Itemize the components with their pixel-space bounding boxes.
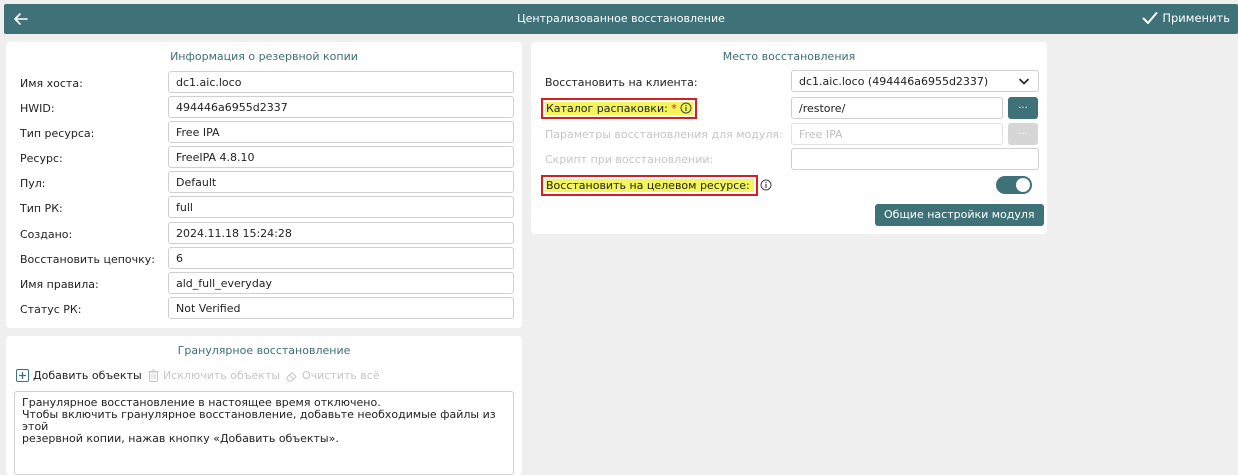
chevron-down-icon [1019,78,1029,85]
created-label: Создано: [20,228,73,241]
unpack-dir-field[interactable]: /restore/ [791,97,1003,119]
module-params-field[interactable]: Free IPA [791,123,1003,145]
backup-info-panel: Информация о резервной копии Имя хоста: … [6,42,522,328]
restore-target-label-wrap: Восстановить на целевом ресурсе: [540,175,772,196]
apply-button-label: Применить [1162,11,1230,25]
pool-label: Пул: [20,177,46,190]
granular-message-line-2: Чтобы включить гранулярное восстановлени… [22,408,496,433]
browse-unpack-dir-button[interactable]: ... [1008,97,1038,119]
clear-all-button[interactable]: Очистить всё [285,369,380,382]
rule-name-label: Имя правила: [20,278,99,291]
resource-field[interactable]: FreeIPA 4.8.10 [168,146,514,168]
granular-message-line-3: резервной копии, нажав кнопку «Добавить … [22,432,339,445]
browse-module-params-button[interactable]: ... [1008,123,1038,145]
plus-square-icon [16,369,29,382]
restore-client-label: Восстановить на клиента: [545,76,698,89]
restore-client-value: dc1.aic.loco (494446a6955d2337) [799,75,989,88]
apply-button[interactable]: Применить [1142,11,1230,25]
restore-target-label: Восстановить на целевом ресурсе: [546,179,750,192]
toggle-knob [1016,178,1030,192]
backup-status-label: Статус РК: [20,303,82,316]
restore-client-select[interactable]: dc1.aic.loco (494446a6955d2337) [791,70,1039,92]
trash-icon [148,369,159,382]
eraser-icon [286,371,297,381]
unpack-dir-label-highlight: Каталог распаковки: * [540,98,698,119]
granular-restore-title: Гранулярное восстановление [177,344,351,357]
created-field[interactable]: 2024.11.18 15:24:28 [168,222,514,244]
add-objects-label: Добавить объекты [33,369,142,382]
clear-all-label: Очистить всё [302,369,380,382]
hostname-label: Имя хоста: [20,77,83,90]
top-bar: Централизованное восстановление Применит… [4,4,1238,34]
resource-type-field[interactable]: Free IPA [168,121,514,143]
restore-chain-field[interactable]: 6 [168,247,514,269]
page-title: Централизованное восстановление [517,12,725,25]
backup-info-title: Информация о резервной копии [170,50,358,63]
restore-place-panel: Место восстановления Восстановить на кли… [531,42,1047,234]
checkmark-icon [1142,12,1158,24]
restore-script-field[interactable] [791,148,1039,170]
exclude-objects-label: Исключить объекты [163,369,281,382]
module-settings-button[interactable]: Общие настройки модуля [875,204,1044,226]
backup-type-field[interactable]: full [168,196,514,218]
restore-place-title: Место восстановления [722,50,856,63]
granular-restore-panel: Гранулярное восстановление Добавить объе… [6,336,522,475]
info-icon[interactable] [680,102,692,114]
restore-target-toggle[interactable] [996,176,1032,194]
exclude-objects-button[interactable]: Исключить объекты [148,369,280,382]
restore-script-label: Скрипт при восстановлении: [545,153,714,166]
hwid-label: HWID: [20,102,55,115]
pool-field[interactable]: Default [168,171,514,193]
info-icon[interactable] [760,179,772,191]
hwid-field[interactable]: 494446a6955d2337 [168,96,514,118]
module-params-label: Параметры восстановления для модуля: [545,128,783,141]
add-objects-button[interactable]: Добавить объекты [16,369,142,382]
resource-label: Ресурс: [20,152,63,165]
hostname-field[interactable]: dc1.aic.loco [168,71,514,93]
backup-type-label: Тип РК: [20,202,63,215]
granular-message-box: Гранулярное восстановление в настоящее в… [14,391,514,475]
unpack-dir-label-wrap: Каталог распаковки: * [540,98,698,119]
restore-chain-label: Восстановить цепочку: [20,253,155,266]
resource-type-label: Тип ресурса: [20,127,95,140]
rule-name-field[interactable]: ald_full_everyday [168,272,514,294]
unpack-dir-label: Каталог распаковки: [546,102,668,115]
backup-status-field[interactable]: Not Verified [168,297,514,319]
restore-target-label-highlight: Восстановить на целевом ресурсе: [540,175,759,196]
required-asterisk: * [671,102,677,115]
